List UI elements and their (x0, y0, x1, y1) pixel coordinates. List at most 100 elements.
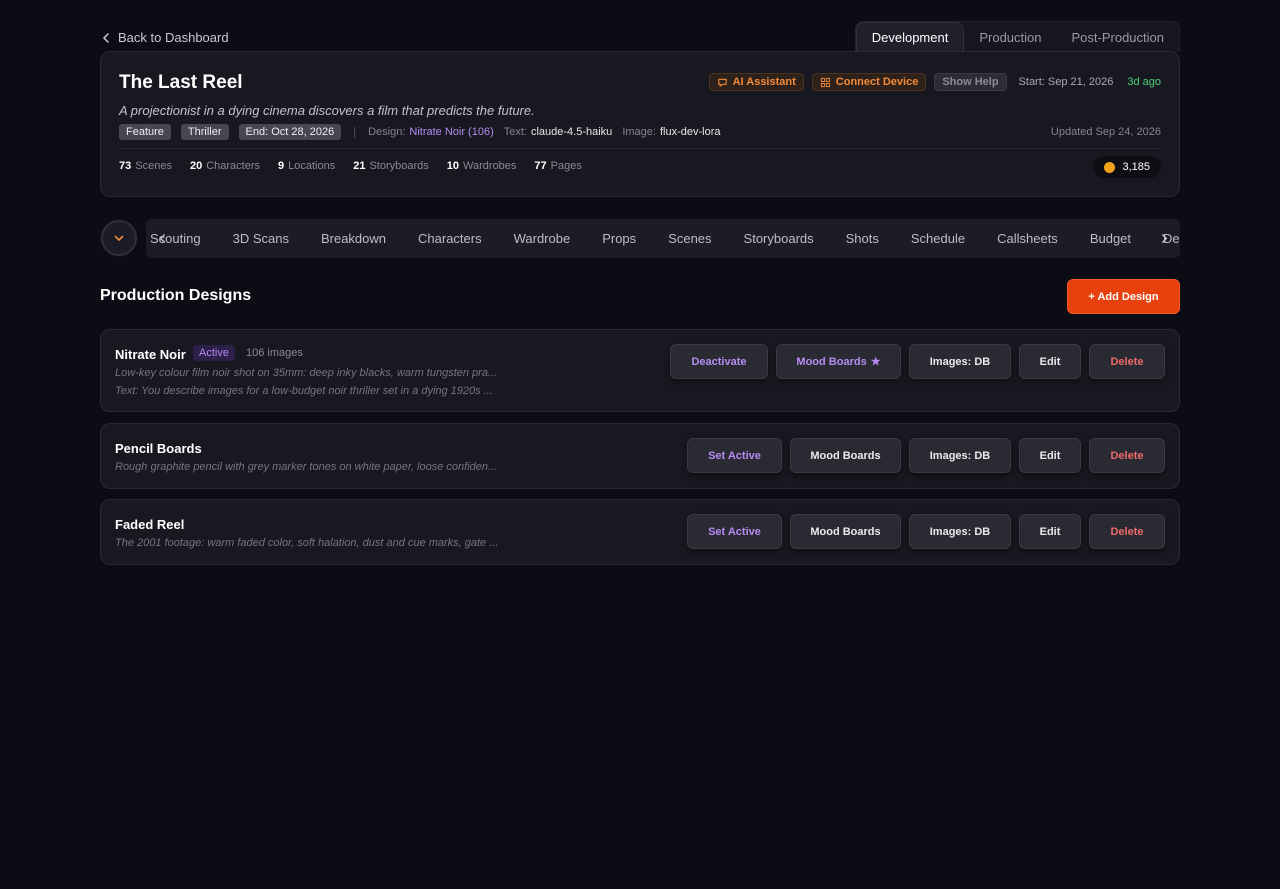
project-header-card: The Last Reel A projectionist in a dying… (100, 51, 1180, 197)
project-title: The Last Reel (119, 72, 243, 93)
design-card: Pencil Boards Rough graphite pencil with… (100, 423, 1180, 489)
text-model-value: claude-4.5-haiku (530, 126, 613, 138)
module-callsheets[interactable]: Callsheets (981, 231, 1074, 246)
module-props[interactable]: Props (586, 231, 652, 246)
module-3d-scans[interactable]: 3D Scans (217, 231, 305, 246)
delete-button[interactable]: Delete (1089, 344, 1165, 379)
tag-end-date: End: Oct 28, 2026 (238, 124, 342, 140)
design-name: Pencil Boards (115, 441, 202, 456)
tab-development[interactable]: Development (855, 22, 965, 52)
star-icon: ★ (870, 356, 881, 368)
project-tagline: A projectionist in a dying cinema discov… (119, 103, 535, 118)
stat-number: 10 (446, 160, 460, 172)
design-name: Faded Reel (115, 517, 185, 532)
active-badge: Active (193, 345, 235, 361)
image-model-value: flux-dev-lora (659, 126, 721, 138)
stat-scenes[interactable]: 73 Scenes (119, 160, 172, 172)
design-card: Nitrate Noir Active 106 images Low-key c… (100, 329, 1180, 412)
grid-icon (820, 77, 830, 87)
chevron-right-icon (1161, 233, 1167, 243)
chat-bubble-icon (717, 78, 727, 87)
project-stats: 73 Scenes 20 Characters 9 Locations 21 Story… (119, 160, 582, 172)
design-actions: Deactivate Mood Boards ★ Images: DB Edit … (670, 344, 1165, 379)
ai-assistant-button[interactable]: AI Assistant (708, 73, 804, 91)
design-card: Faded Reel The 2001 footage: warm faded … (100, 499, 1180, 565)
stat-label: Locations (288, 160, 336, 172)
stat-characters[interactable]: 20 Characters (190, 160, 260, 172)
edit-button[interactable]: Edit (1019, 344, 1081, 379)
image-count: 106 images (246, 347, 303, 359)
stat-label: Wardrobes (463, 160, 517, 172)
design-text-prompt: Text: You describe images for a low-budg… (115, 385, 493, 397)
image-model-label: Image: (622, 126, 656, 138)
design-value[interactable]: Nitrate Noir (106) (409, 126, 493, 138)
chevron-left-icon (102, 32, 109, 43)
design-actions: Set Active Mood Boards Images: DB Edit D… (687, 438, 1165, 473)
tag-format: Feature (119, 124, 171, 140)
section-title: Production Designs (100, 287, 252, 304)
stat-wardrobes[interactable]: 10 Wardrobes (447, 160, 517, 172)
module-shots[interactable]: Shots (830, 231, 895, 246)
delete-button[interactable]: Delete (1089, 438, 1165, 473)
scroll-right-button[interactable] (1156, 230, 1172, 246)
header-divider (119, 148, 1161, 149)
connect-device-button[interactable]: Connect Device (811, 73, 927, 91)
meta-separator: | (353, 126, 357, 138)
back-label: Back to Dashboard (118, 30, 229, 45)
module-characters[interactable]: Characters (402, 231, 498, 246)
chevron-down-icon (114, 235, 124, 241)
stat-number: 21 (353, 160, 366, 172)
stat-number: 77 (534, 160, 547, 172)
credits-value: 3,185 (1122, 161, 1150, 173)
design-description: Low-key colour film noir shot on 35mm: d… (115, 367, 498, 379)
stat-locations[interactable]: 9 Locations (278, 160, 335, 172)
stat-number: 9 (278, 160, 285, 172)
mood-boards-button[interactable]: Mood Boards (790, 438, 901, 473)
back-to-dashboard-link[interactable]: Back to Dashboard (100, 30, 229, 45)
images-db-button[interactable]: Images: DB (909, 514, 1011, 549)
stat-label: Scenes (135, 160, 172, 172)
images-db-button[interactable]: Images: DB (909, 438, 1011, 473)
module-nav-bar: Scouting 3D Scans Breakdown Characters W… (146, 219, 1180, 258)
set-active-button[interactable]: Set Active (687, 514, 782, 549)
module-schedule[interactable]: Schedule (895, 231, 981, 246)
tab-post-production[interactable]: Post-Production (1057, 22, 1180, 52)
add-design-button[interactable]: + Add Design (1067, 279, 1180, 314)
stat-number: 73 (119, 160, 132, 172)
stat-label: Characters (206, 160, 260, 172)
credits-balance[interactable]: 3,185 (1093, 156, 1161, 178)
edit-button[interactable]: Edit (1019, 438, 1081, 473)
design-name: Nitrate Noir (115, 347, 186, 362)
collapse-toggle-button[interactable] (101, 220, 137, 256)
show-help-button[interactable]: Show Help (934, 73, 1007, 91)
delete-button[interactable]: Delete (1089, 514, 1165, 549)
stat-pages[interactable]: 77 Pages (534, 160, 581, 172)
mood-boards-button[interactable]: Mood Boards ★ (776, 344, 901, 379)
connect-device-label: Connect Device (835, 76, 919, 88)
design-description: Rough graphite pencil with grey marker t… (115, 461, 498, 473)
stat-label: Pages (550, 160, 582, 172)
design-actions: Set Active Mood Boards Images: DB Edit D… (687, 514, 1165, 549)
module-storyboards[interactable]: Storyboards (728, 231, 830, 246)
chevron-left-icon (159, 233, 165, 243)
updated-date: Updated Sep 24, 2026 (1050, 126, 1161, 138)
design-label: Design: (368, 126, 406, 138)
text-model-label: Text: (503, 126, 527, 138)
mood-boards-button[interactable]: Mood Boards (790, 514, 901, 549)
stat-storyboards[interactable]: 21 Storyboards (353, 160, 429, 172)
module-scenes[interactable]: Scenes (652, 231, 727, 246)
module-budget[interactable]: Budget (1074, 231, 1147, 246)
scroll-left-button[interactable] (154, 230, 170, 246)
header-actions: AI Assistant Connect Device Show Help St… (708, 73, 1161, 91)
deactivate-button[interactable]: Deactivate (670, 344, 768, 379)
module-wardrobe[interactable]: Wardrobe (498, 231, 587, 246)
images-db-button[interactable]: Images: DB (909, 344, 1011, 379)
stat-label: Storyboards (369, 160, 429, 172)
set-active-button[interactable]: Set Active (687, 438, 782, 473)
edit-button[interactable]: Edit (1019, 514, 1081, 549)
tab-production[interactable]: Production (964, 22, 1056, 52)
design-description: The 2001 footage: warm faded color, soft… (115, 537, 499, 549)
module-track: Scouting 3D Scans Breakdown Characters W… (146, 219, 1180, 258)
module-breakdown[interactable]: Breakdown (305, 231, 402, 246)
start-date: Start: Sep 21, 2026 (1018, 76, 1114, 88)
